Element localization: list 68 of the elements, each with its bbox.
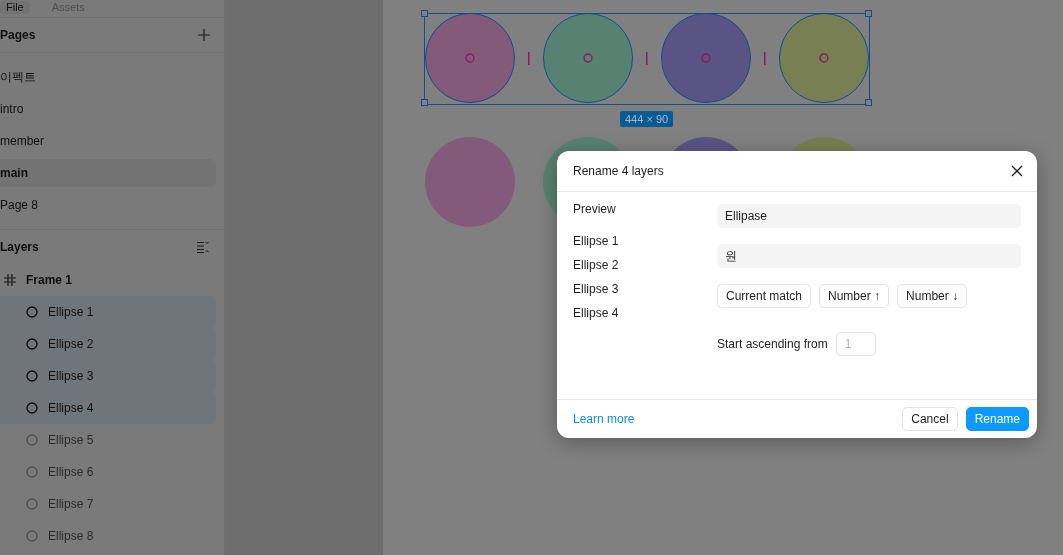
- close-icon: [1011, 165, 1023, 177]
- preview-item: Ellipse 3: [573, 282, 620, 298]
- page-item[interactable]: member: [0, 127, 216, 155]
- find-field[interactable]: Ellipase: [717, 204, 1021, 228]
- layer-name: Ellipse 5: [48, 433, 94, 447]
- page-item[interactable]: intro: [0, 95, 216, 123]
- resize-handle[interactable]: [421, 99, 428, 106]
- rename-button[interactable]: Rename: [965, 407, 1029, 431]
- option-button[interactable]: Current match: [717, 284, 812, 308]
- section-title: Pages: [0, 28, 36, 42]
- resize-handle[interactable]: [865, 10, 872, 17]
- ellipse-icon: [26, 338, 38, 350]
- spacing-marker: [528, 52, 530, 65]
- layer-name: Ellipse 3: [48, 369, 94, 383]
- preview-item: Ellipse 2: [573, 258, 620, 274]
- layer-item[interactable]: Ellipse 6: [0, 456, 216, 488]
- layer-name: Ellipse 1: [48, 305, 94, 319]
- layer-name: Ellipse 8: [48, 529, 94, 543]
- learn-more-link[interactable]: Learn more: [573, 412, 635, 426]
- spacing-marker: [646, 52, 648, 65]
- ellipse-shape[interactable]: [425, 13, 515, 103]
- ellipse-icon: [26, 498, 38, 510]
- layer-item[interactable]: Ellipse 4: [0, 392, 216, 424]
- center-point-icon: [583, 53, 593, 63]
- add-icon[interactable]: [198, 29, 210, 41]
- layer-item[interactable]: Ellipse 8: [0, 520, 216, 552]
- ellipse-shape[interactable]: [779, 13, 869, 103]
- center-point-icon: [465, 53, 475, 63]
- layer-name: Ellipse 7: [48, 497, 94, 511]
- dialog-title: Rename 4 layers: [573, 164, 664, 178]
- start-number-field[interactable]: 1: [835, 332, 876, 356]
- frame-icon: [4, 274, 16, 286]
- ellipse-icon: [26, 306, 38, 318]
- preview-label: Preview: [573, 202, 617, 216]
- ellipse-icon: [26, 434, 38, 446]
- center-point-icon: [701, 53, 711, 63]
- layer-item[interactable]: Ellipse 1: [0, 296, 216, 328]
- layer-name: Ellipse 2: [48, 337, 94, 351]
- page-item[interactable]: main: [0, 159, 216, 187]
- section-title: Layers: [0, 240, 39, 254]
- start-label: Start ascending from: [717, 337, 828, 351]
- page-item[interactable]: 이펙트: [0, 63, 216, 91]
- layer-item[interactable]: Frame 1: [0, 264, 224, 296]
- layer-name: Ellipse 6: [48, 465, 94, 479]
- page-item[interactable]: Page 8: [0, 191, 216, 219]
- replace-field[interactable]: 원: [717, 244, 1021, 268]
- ellipse-icon: [26, 530, 38, 542]
- resize-handle[interactable]: [865, 99, 872, 106]
- layer-item[interactable]: Ellipse 7: [0, 488, 216, 520]
- preview-item: Ellipse 4: [573, 306, 620, 322]
- center-point-icon: [819, 53, 829, 63]
- ellipse-icon: [26, 466, 38, 478]
- sidebar-tab[interactable]: File: [0, 1, 30, 14]
- size-label: 444 × 90: [620, 111, 674, 127]
- resize-handle[interactable]: [421, 10, 428, 17]
- option-button[interactable]: Number ↓: [897, 284, 968, 308]
- preview-item: Ellipse 1: [573, 234, 620, 250]
- layer-item[interactable]: Ellipse 3: [0, 360, 216, 392]
- spacing-marker: [764, 52, 766, 65]
- ellipse-icon: [26, 370, 38, 382]
- collapse-icon[interactable]: [197, 241, 210, 253]
- cancel-button[interactable]: Cancel: [902, 407, 958, 431]
- option-button[interactable]: Number ↑: [819, 284, 890, 308]
- layer-item[interactable]: Ellipse 2: [0, 328, 216, 360]
- close-button[interactable]: [1009, 163, 1025, 179]
- ellipse-icon: [26, 402, 38, 414]
- layer-item[interactable]: Ellipse 5: [0, 424, 216, 456]
- layer-name: Ellipse 4: [48, 401, 94, 415]
